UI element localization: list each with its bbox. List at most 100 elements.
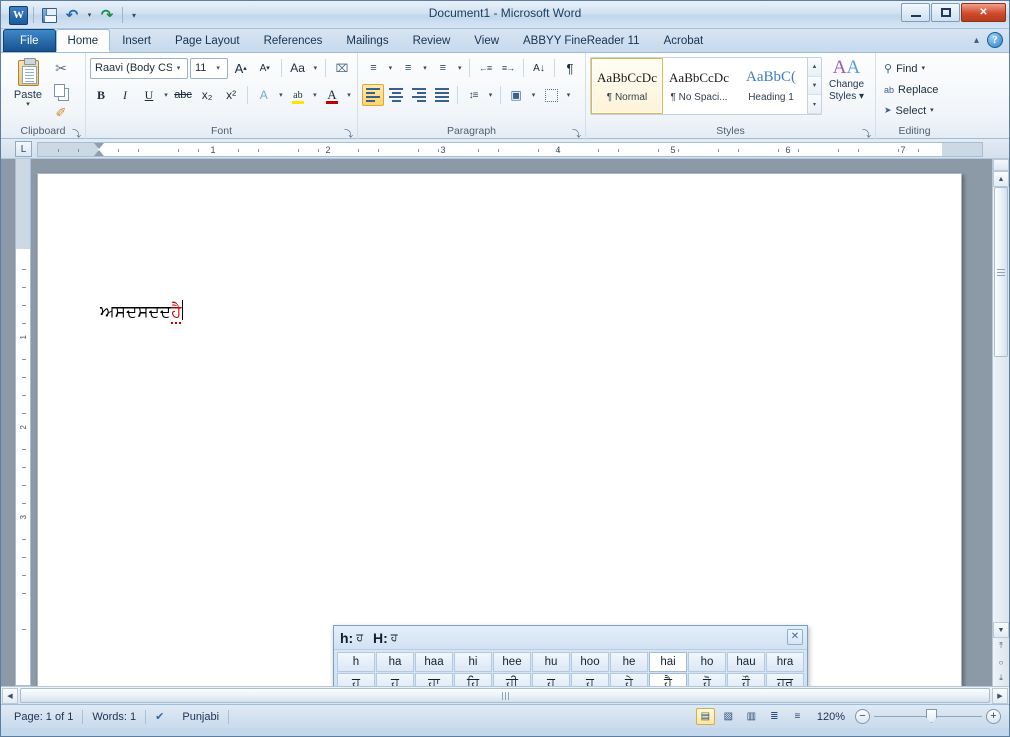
candidate-haa[interactable]: haa ਹਾ (415, 652, 453, 686)
zoom-level[interactable]: 120% (811, 711, 851, 723)
font-dialog-launcher[interactable]: ⤵ (344, 127, 354, 139)
styles-scroll-up-button[interactable]: ▲ (808, 58, 821, 77)
line-spacing-button[interactable]: ↕≡ (462, 84, 484, 106)
tab-view[interactable]: View (462, 30, 511, 52)
clear-formatting-button[interactable]: ⌧ (331, 57, 353, 79)
superscript-button[interactable]: x² (220, 84, 242, 106)
candidate-ho[interactable]: ho ਹੋ (688, 652, 726, 686)
next-page-button[interactable]: ⤓ (993, 670, 1009, 686)
maximize-button[interactable] (931, 3, 960, 22)
scroll-up-button[interactable]: ▲ (993, 171, 1009, 187)
tab-references[interactable]: References (252, 30, 335, 52)
candidate-hra[interactable]: hra ਹ੍ਰ (766, 652, 804, 686)
change-case-caret[interactable]: ▾ (311, 57, 321, 79)
styles-scroll-down-button[interactable]: ▼ (808, 76, 821, 96)
document-page[interactable]: ਅਸਦਸਦਦਹੈ (37, 173, 962, 686)
numbering-caret[interactable]: ▾ (420, 57, 431, 79)
tab-page-layout[interactable]: Page Layout (163, 30, 252, 52)
hanging-indent-marker[interactable] (94, 150, 104, 156)
clipboard-dialog-launcher[interactable]: ⤵ (72, 127, 82, 139)
numbering-button[interactable]: ≡ (397, 57, 419, 79)
show-formatting-marks-button[interactable]: ¶ (559, 57, 581, 79)
subscript-button[interactable]: x₂ (196, 84, 218, 106)
tab-insert[interactable]: Insert (110, 30, 163, 52)
copy-button[interactable] (51, 81, 71, 100)
underline-button[interactable]: U (138, 84, 160, 106)
language-indicator[interactable]: Punjabi (173, 708, 228, 726)
vertical-scroll-thumb[interactable] (994, 187, 1008, 357)
close-icon[interactable]: ✕ (787, 629, 803, 645)
italic-button[interactable]: I (114, 84, 136, 106)
horizontal-scroll-thumb[interactable] (20, 688, 990, 703)
select-browse-object-button[interactable]: ○ (993, 654, 1009, 670)
tab-mailings[interactable]: Mailings (334, 30, 400, 52)
paste-button[interactable]: Paste ▾ (5, 56, 51, 125)
bold-button[interactable]: B (90, 84, 112, 106)
sort-button[interactable]: A↓ (528, 57, 550, 79)
horizontal-scrollbar[interactable]: ◀ ▶ (1, 686, 1009, 704)
tab-stop-selector[interactable]: L (15, 141, 32, 157)
scroll-right-button[interactable]: ▶ (992, 687, 1008, 704)
candidate-hee[interactable]: hee ਹੀ (493, 652, 531, 686)
multilevel-caret[interactable]: ▾ (454, 57, 465, 79)
select-button[interactable]: ➤ Select ▾ (880, 100, 949, 121)
candidate-hu[interactable]: hu ਹੁ (532, 652, 570, 686)
tab-review[interactable]: Review (401, 30, 463, 52)
highlight-button[interactable]: ab (287, 84, 309, 106)
close-button[interactable]: ✕ (961, 3, 1006, 22)
candidate-ha[interactable]: ha ਹ (376, 652, 414, 686)
tab-file[interactable]: File (3, 29, 56, 52)
first-line-indent-marker[interactable] (94, 143, 104, 149)
tab-home[interactable]: Home (55, 29, 111, 52)
view-full-screen-reading-button[interactable]: ▧ (719, 708, 738, 725)
candidate-hai[interactable]: hai ਹੈ (649, 652, 687, 686)
shrink-font-button[interactable]: A ▾ (254, 57, 276, 79)
view-web-layout-button[interactable]: ▥ (742, 708, 761, 725)
underline-caret[interactable]: ▾ (162, 84, 170, 106)
help-icon[interactable]: ? (987, 32, 1003, 48)
font-name-combo[interactable]: Raavi (Body CS) ▾ (90, 57, 188, 79)
format-painter-button[interactable]: ✐ (51, 103, 71, 122)
scroll-track[interactable] (993, 357, 1009, 622)
align-center-button[interactable] (385, 84, 407, 106)
previous-page-button[interactable]: ⤒ (993, 638, 1009, 654)
shading-button[interactable]: ▣ (505, 84, 527, 106)
change-styles-button[interactable]: AA Change Styles ▾ (822, 56, 871, 125)
horizontal-ruler[interactable]: 1 2 3 4 5 6 7 (37, 142, 983, 157)
bullets-button[interactable]: ≡ (362, 57, 384, 79)
proofing-status-button[interactable]: ✔ (146, 708, 173, 726)
candidate-he[interactable]: he ਹੇ (610, 652, 648, 686)
view-print-layout-button[interactable]: ▤ (695, 708, 715, 725)
view-draft-button[interactable]: ≡ (788, 708, 807, 725)
styles-more-button[interactable]: ▾ (808, 95, 821, 115)
zoom-in-button[interactable]: + (986, 709, 1001, 724)
style-normal[interactable]: AaBbCcDc ¶ Normal (591, 58, 663, 114)
zoom-out-button[interactable]: − (855, 709, 870, 724)
document-text[interactable]: ਅਸਦਸਦਦਹੈ (100, 300, 184, 324)
tab-abbyy-finereader[interactable]: ABBYY FineReader 11 (511, 30, 652, 52)
borders-caret[interactable]: ▾ (563, 84, 574, 106)
style-heading-1[interactable]: AaBbC( Heading 1 (735, 58, 807, 114)
zoom-slider-thumb[interactable] (926, 709, 937, 723)
align-left-button[interactable] (362, 84, 384, 106)
transliteration-popup[interactable]: h: ਹ H: ਹ ✕ hਹ ha ਹ haa ਹਾ hi ਹਿ hee ਹੀ hu ਹੁ… (333, 625, 808, 686)
multilevel-list-button[interactable]: ≡ (431, 57, 453, 79)
candidate-hi[interactable]: hi ਹਿ (454, 652, 492, 686)
line-spacing-caret[interactable]: ▾ (485, 84, 496, 106)
decrease-indent-button[interactable]: ←≡ (474, 57, 496, 79)
change-case-button[interactable]: Aa (287, 57, 309, 79)
borders-button[interactable] (540, 84, 562, 106)
candidate-h[interactable]: hਹ (337, 652, 375, 686)
style-no-spacing[interactable]: AaBbCcDc ¶ No Spaci... (663, 58, 735, 114)
font-color-caret[interactable]: ▾ (345, 84, 353, 106)
text-effects-button[interactable]: A (253, 84, 275, 106)
vertical-scrollbar[interactable]: ▲ ▼ ⤒ ○ ⤓ (992, 159, 1009, 686)
font-color-button[interactable]: A (321, 84, 343, 106)
bullets-caret[interactable]: ▾ (385, 57, 396, 79)
scroll-left-button[interactable]: ◀ (2, 687, 18, 704)
align-right-button[interactable] (408, 84, 430, 106)
cut-button[interactable]: ✂ (51, 59, 71, 78)
styles-dialog-launcher[interactable]: ⤵ (862, 127, 872, 139)
word-count[interactable]: Words: 1 (83, 708, 145, 726)
view-outline-button[interactable]: ≣ (765, 708, 784, 725)
